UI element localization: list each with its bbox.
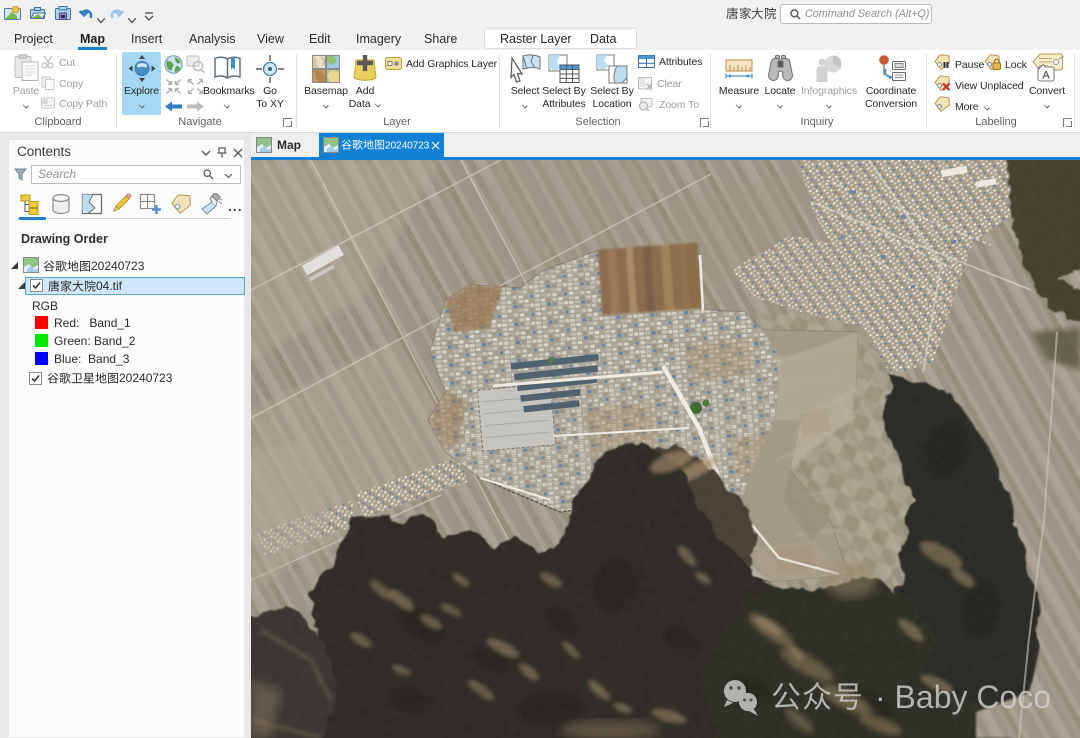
svg-text:A: A: [1042, 70, 1050, 82]
svg-text:· Baby Coco: · Baby Coco: [875, 679, 1051, 715]
